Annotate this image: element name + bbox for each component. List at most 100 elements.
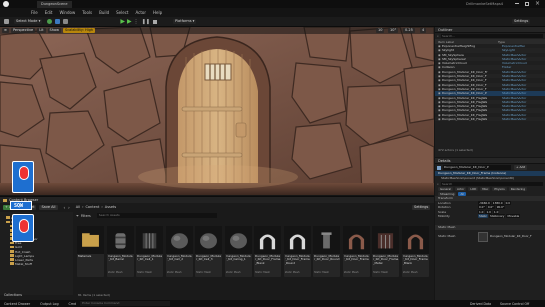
rotation-x[interactable]: 0.0° bbox=[478, 205, 486, 210]
scale-x[interactable]: 1.0 bbox=[478, 209, 485, 214]
static-mesh-header-label: Static Mesh bbox=[438, 224, 456, 229]
details-search-input[interactable]: Search bbox=[440, 181, 543, 187]
level-viewport[interactable]: ≡ Perspective Lit Show Scalability: High… bbox=[0, 27, 434, 195]
mouse-icon bbox=[19, 166, 29, 180]
viewport-menu-icon[interactable]: ≡ bbox=[2, 28, 9, 33]
camera-speed-value[interactable]: 4 bbox=[420, 28, 427, 33]
collections-header[interactable]: Collections bbox=[4, 293, 22, 297]
perspective-button[interactable]: Perspective bbox=[10, 28, 36, 33]
menu-build[interactable]: Build bbox=[99, 10, 109, 15]
source-control-button[interactable]: Source Control Off bbox=[500, 302, 529, 306]
rotation-z[interactable]: 90.0° bbox=[495, 205, 506, 210]
menu-select[interactable]: Select bbox=[116, 10, 128, 15]
asset-thumbnail bbox=[254, 226, 281, 254]
outliner-row-type: StaticMeshActor bbox=[502, 117, 527, 122]
details-title: Details bbox=[438, 159, 451, 163]
close-icon[interactable]: × bbox=[535, 0, 540, 7]
rotation-y[interactable]: 0.0° bbox=[486, 205, 495, 210]
asset-type: Static Mesh bbox=[343, 271, 359, 274]
mobility-stationary[interactable]: Stationary bbox=[489, 214, 506, 219]
asset-tile[interactable]: Dungeon_Modular_Kit_Barrel Static Mesh bbox=[106, 226, 134, 277]
menu-edit[interactable]: Edit bbox=[45, 10, 53, 15]
derived-data-button[interactable]: Derived Data bbox=[470, 302, 491, 306]
asset-tile[interactable]: Dungeon_Modular_Kit_Cell_3 Static Mesh bbox=[195, 226, 222, 277]
location-y[interactable]: 1380.0 bbox=[491, 200, 504, 205]
asset-tile[interactable]: Dungeon_Modular_Kit_Door_Frame_Blank Stat… bbox=[401, 226, 429, 277]
location-z[interactable]: 0.0 bbox=[504, 200, 512, 205]
maximize-icon[interactable] bbox=[525, 2, 529, 6]
blueprint-icon[interactable] bbox=[55, 19, 61, 24]
actor-name-row: Dungeon_Modular_Kit_Door_P + Add bbox=[435, 164, 545, 171]
mobility-static[interactable]: Static bbox=[478, 214, 488, 219]
add-component-button[interactable]: + Add bbox=[514, 165, 528, 170]
asset-tile[interactable]: Dungeon_Modular_Kit_Door_Frame_Metal Stat… bbox=[372, 226, 399, 277]
asset-tile[interactable]: Dungeon_Modular_Kit_Door_Round Static Mes… bbox=[313, 226, 340, 277]
actor-name-field[interactable]: Dungeon_Modular_Kit_Door_P bbox=[443, 165, 511, 170]
asset-tile[interactable]: Dungeon_Modular_Kit_Door_Frame_Round Stat… bbox=[283, 226, 311, 277]
static-mesh-value[interactable]: Dungeon_Modular_Kit_Door_F bbox=[490, 234, 540, 239]
outliner-row[interactable]: ◉ Dungeon_Modular_Kit_FlagWa StaticMeshAct… bbox=[435, 117, 545, 122]
menu-file[interactable]: File bbox=[31, 10, 38, 15]
details-filter-tab[interactable]: Misc bbox=[480, 187, 491, 192]
cinematics-icon[interactable] bbox=[63, 19, 69, 24]
cmd-dropdown[interactable]: Cmd bbox=[69, 302, 77, 306]
lit-button[interactable]: Lit bbox=[37, 28, 46, 33]
details-filter-tab[interactable]: Rendering bbox=[508, 187, 528, 192]
asset-tile[interactable]: Materials bbox=[77, 226, 104, 277]
viewport-toolbar: ≡ Perspective Lit Show Scalability: High… bbox=[0, 27, 434, 34]
scalability-badge[interactable]: Scalability: High bbox=[62, 28, 96, 33]
menu-tools[interactable]: Tools bbox=[82, 10, 92, 15]
scale-y[interactable]: 1.0 bbox=[485, 209, 492, 214]
asset-grid: Materials Dungeon_Modular_Kit_Barrel Stati… bbox=[0, 197, 434, 297]
asset-name: Dungeon_Modular_Kit_Cell_2 bbox=[166, 255, 192, 262]
level-tab[interactable]: DungeonScene bbox=[37, 0, 72, 8]
details-filter-tab[interactable]: General bbox=[438, 187, 454, 192]
asset-tile[interactable]: Dungeon_Modular_Kit_Cell_1 Static Mesh bbox=[136, 226, 163, 277]
outliner-row-name: Dungeon_Modular_Kit_FlagWa bbox=[442, 117, 488, 122]
unreal-logo-icon[interactable] bbox=[3, 1, 9, 7]
mouse-icon bbox=[19, 219, 29, 233]
static-mesh-row: Static Mesh Dungeon_Modular_Kit_Door_F bbox=[435, 230, 545, 244]
grid-snap-value[interactable]: 10 bbox=[376, 28, 385, 33]
minimize-icon[interactable] bbox=[515, 3, 519, 4]
save-icon[interactable] bbox=[4, 19, 9, 24]
output-log-button[interactable]: Output Log bbox=[40, 302, 58, 306]
angle-snap-value[interactable]: 10° bbox=[388, 28, 399, 33]
outliner-panel: Outliner ⌕ Search... Item Label Type ◉ Ex… bbox=[435, 27, 545, 157]
collections-label: Collections bbox=[4, 293, 23, 297]
menu-help[interactable]: Help bbox=[153, 10, 162, 15]
scale-z[interactable]: 1.0 bbox=[492, 209, 500, 214]
details-filter-tab[interactable]: Actor bbox=[455, 187, 467, 192]
add-content-icon[interactable] bbox=[47, 19, 53, 24]
mobility-movable[interactable]: Movable bbox=[506, 214, 521, 219]
settings-button[interactable]: Settings bbox=[512, 19, 531, 24]
col-item-label[interactable]: Item Label bbox=[438, 40, 498, 44]
scale-snap-value[interactable]: 0.25 bbox=[403, 28, 415, 33]
menu-window[interactable]: Window bbox=[59, 10, 75, 15]
details-filter-tab[interactable]: Physics bbox=[492, 187, 507, 192]
pause-icon[interactable]: ❚❚ bbox=[142, 19, 150, 25]
play-icon[interactable]: ▶ bbox=[120, 18, 125, 25]
asset-tile[interactable]: Dungeon_Modular_Kit_Cell_2 Static Mesh bbox=[165, 226, 193, 277]
menu-actor[interactable]: Actor bbox=[135, 10, 146, 15]
show-button[interactable]: Show bbox=[47, 28, 61, 33]
asset-tile[interactable]: Dungeon_Modular_Kit_Door_Frame Static Mes… bbox=[342, 226, 370, 277]
details-filter-tab[interactable]: LOD bbox=[468, 187, 479, 192]
asset-thumbnail bbox=[106, 226, 134, 254]
play-options-icon[interactable]: ▶ bbox=[127, 18, 132, 25]
content-drawer-button[interactable]: Content Drawer bbox=[4, 302, 30, 306]
more-icon[interactable]: ⋮ bbox=[134, 19, 139, 25]
asset-thumbnail bbox=[313, 226, 340, 254]
main-toolbar: Select Mode ▾ ▶ ▶ ⋮ ❚❚ Platforms ▾ Setti… bbox=[0, 17, 545, 27]
outliner-search-input[interactable]: Search... bbox=[440, 33, 543, 39]
platforms-dropdown[interactable]: Platforms ▾ bbox=[172, 19, 197, 24]
asset-name: Dungeon_Modular_Kit_Cell_3 bbox=[196, 255, 222, 262]
col-type[interactable]: Type bbox=[498, 40, 505, 44]
stop-icon[interactable] bbox=[152, 19, 157, 24]
select-mode-dropdown[interactable]: Select Mode ▾ bbox=[14, 19, 43, 24]
asset-name: Dungeon_Modular_Kit_Cell_1 bbox=[137, 255, 163, 262]
console-input[interactable]: Enter Console Command bbox=[80, 301, 171, 306]
asset-tile[interactable]: Dungeon_Modular_Kit_Door_Frame_Blank Stat… bbox=[254, 226, 281, 277]
asset-tile[interactable]: Dungeon_Modular_Kit_Celing_1 Static Mesh bbox=[224, 226, 252, 277]
location-x[interactable]: -3460.0 bbox=[478, 200, 491, 205]
